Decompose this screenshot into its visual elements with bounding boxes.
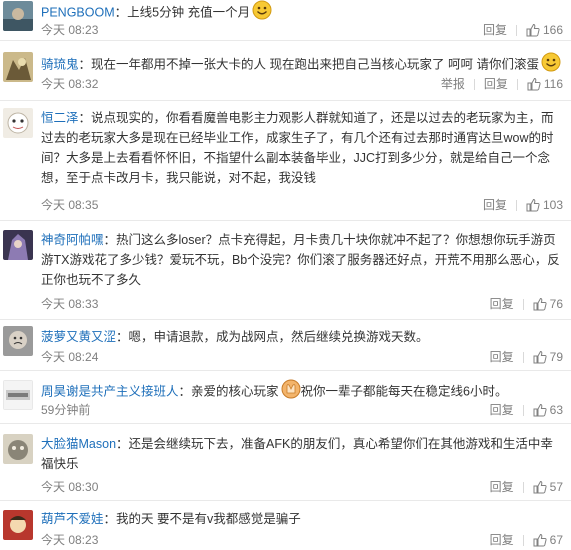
reply-button[interactable]: 回复 — [490, 400, 514, 420]
reply-button[interactable]: 回复 — [490, 347, 514, 367]
like-button[interactable]: 63 — [533, 400, 563, 420]
divider — [515, 199, 517, 211]
like-button[interactable]: 67 — [533, 530, 563, 550]
like-button[interactable]: 57 — [533, 477, 563, 497]
comment-time: 今天 08:30 — [41, 480, 99, 494]
comment-text: 上线5分钟 充值一个月 — [127, 5, 251, 20]
comment-username[interactable]: 大脸猫Mason — [41, 437, 116, 451]
like-count: 116 — [543, 77, 563, 91]
avatar[interactable] — [3, 434, 33, 464]
like-count: 63 — [549, 403, 563, 417]
comment-text-continued: 祝你一辈子都能每天在稳定线6小时。 — [300, 384, 508, 399]
divider — [515, 24, 517, 36]
avatar[interactable] — [3, 1, 33, 31]
comment-username[interactable]: 恒二泽 — [41, 111, 79, 125]
comment-item: 神奇阿帕嘿：热门这么多loser？点卡充得起，月卡贵几十块你就冲不起了？你想想你… — [0, 221, 571, 320]
thumbs-up-icon — [533, 350, 547, 364]
avatar[interactable] — [3, 108, 33, 138]
avatar[interactable] — [3, 326, 33, 356]
comment-item: 葫芦不爱娃：我的天 要不是有v我都感觉是骗子 今天 08:23 回复 67 — [0, 501, 571, 548]
divider — [522, 404, 524, 416]
avatar[interactable] — [3, 230, 33, 260]
comment-time: 今天 08:33 — [41, 297, 99, 311]
comment-item: 菠萝又黄又涩：嗯，申请退款，成为战网点，然后继续兑换游戏天数。 今天 08:24… — [0, 320, 571, 371]
avatar[interactable] — [3, 510, 33, 540]
like-button[interactable]: 116 — [527, 74, 563, 94]
reply-button[interactable]: 回复 — [484, 74, 508, 94]
comment-time: 今天 08:35 — [41, 198, 99, 212]
report-button[interactable]: 举报 — [441, 74, 465, 94]
like-button[interactable]: 166 — [526, 20, 563, 40]
comment-item: 恒二泽：说点现实的，你看看魔兽电影主力观影人群就知道了，还是以过去的老玩家为主，… — [0, 101, 571, 221]
comment-item: 骑琉鬼：现在一年都用不掉一张大卡的人 现在跑出来把自己当核心玩家了 呵呵 请你们… — [0, 41, 571, 101]
thumbs-up-icon — [533, 297, 547, 311]
thumbs-up-icon — [533, 533, 547, 547]
comment-time: 今天 08:32 — [41, 77, 99, 91]
reply-button[interactable]: 回复 — [483, 195, 507, 215]
comment-item: 大脸猫Mason：还是会继续玩下去，准备AFK的朋友们，真心希望你们在其他游戏和… — [0, 424, 571, 501]
comment-item: 周昊谢是共产主义接班人：亲爱的核心玩家 祝你一辈子都能每天在稳定线6小时。 59分… — [0, 371, 571, 424]
comment-username[interactable]: 菠萝又黄又涩 — [41, 330, 116, 344]
thumbs-up-icon — [526, 23, 540, 37]
divider — [522, 298, 524, 310]
reply-button[interactable]: 回复 — [490, 477, 514, 497]
divider — [522, 534, 524, 546]
divider — [473, 78, 475, 90]
comment-text: 热门这么多loser？点卡充得起，月卡贵几十块你就冲不起了？你想想你玩手游页游T… — [41, 233, 560, 287]
like-count: 103 — [542, 198, 563, 212]
reply-button[interactable]: 回复 — [483, 20, 507, 40]
comment-text: 现在一年都用不掉一张大卡的人 现在跑出来把自己当核心玩家了 呵呵 请你们滚蛋 — [91, 57, 539, 72]
comment-username[interactable]: 周昊谢是共产主义接班人 — [41, 384, 179, 398]
comment-text: 我的天 要不是有v我都感觉是骗子 — [116, 512, 301, 526]
comment-text: 嗯，申请退款，成为战网点，然后继续兑换游戏天数。 — [128, 330, 429, 344]
like-button[interactable]: 79 — [533, 347, 563, 367]
comment-time: 今天 08:23 — [41, 23, 99, 37]
comment-text: 亲爱的核心玩家 — [191, 384, 279, 399]
comment-username[interactable]: 葫芦不爱娃 — [41, 512, 104, 526]
like-button[interactable]: 76 — [533, 294, 563, 314]
divider — [522, 351, 524, 363]
comment-username[interactable]: 神奇阿帕嘿 — [41, 233, 104, 247]
comment-item: PENGBOOM：上线5分钟 充值一个月 今天 08:23 回复 166 — [0, 0, 571, 41]
thumbs-up-icon — [533, 480, 547, 494]
divider — [516, 78, 518, 90]
like-count: 67 — [549, 533, 563, 547]
comment-username[interactable]: PENGBOOM — [41, 5, 115, 19]
comment-time: 59分钟前 — [41, 403, 91, 417]
comment-time: 今天 08:24 — [41, 350, 99, 364]
thumbs-up-icon — [526, 198, 540, 212]
like-count: 79 — [549, 350, 563, 364]
comment-text: 说点现实的，你看看魔兽电影主力观影人群就知道了，还是以过去的老玩家为主，而过去的… — [41, 111, 554, 185]
comment-time: 今天 08:23 — [41, 533, 99, 547]
like-count: 57 — [549, 480, 563, 494]
comment-username[interactable]: 骑琉鬼 — [41, 57, 79, 71]
avatar[interactable] — [3, 52, 33, 82]
divider — [522, 481, 524, 493]
like-count: 166 — [542, 23, 563, 37]
reply-button[interactable]: 回复 — [490, 530, 514, 550]
thumbs-up-icon — [533, 403, 547, 417]
avatar[interactable] — [3, 380, 33, 410]
reply-button[interactable]: 回复 — [490, 294, 514, 314]
like-count: 76 — [549, 297, 563, 311]
like-button[interactable]: 103 — [526, 195, 563, 215]
thumbs-up-icon — [527, 77, 541, 91]
